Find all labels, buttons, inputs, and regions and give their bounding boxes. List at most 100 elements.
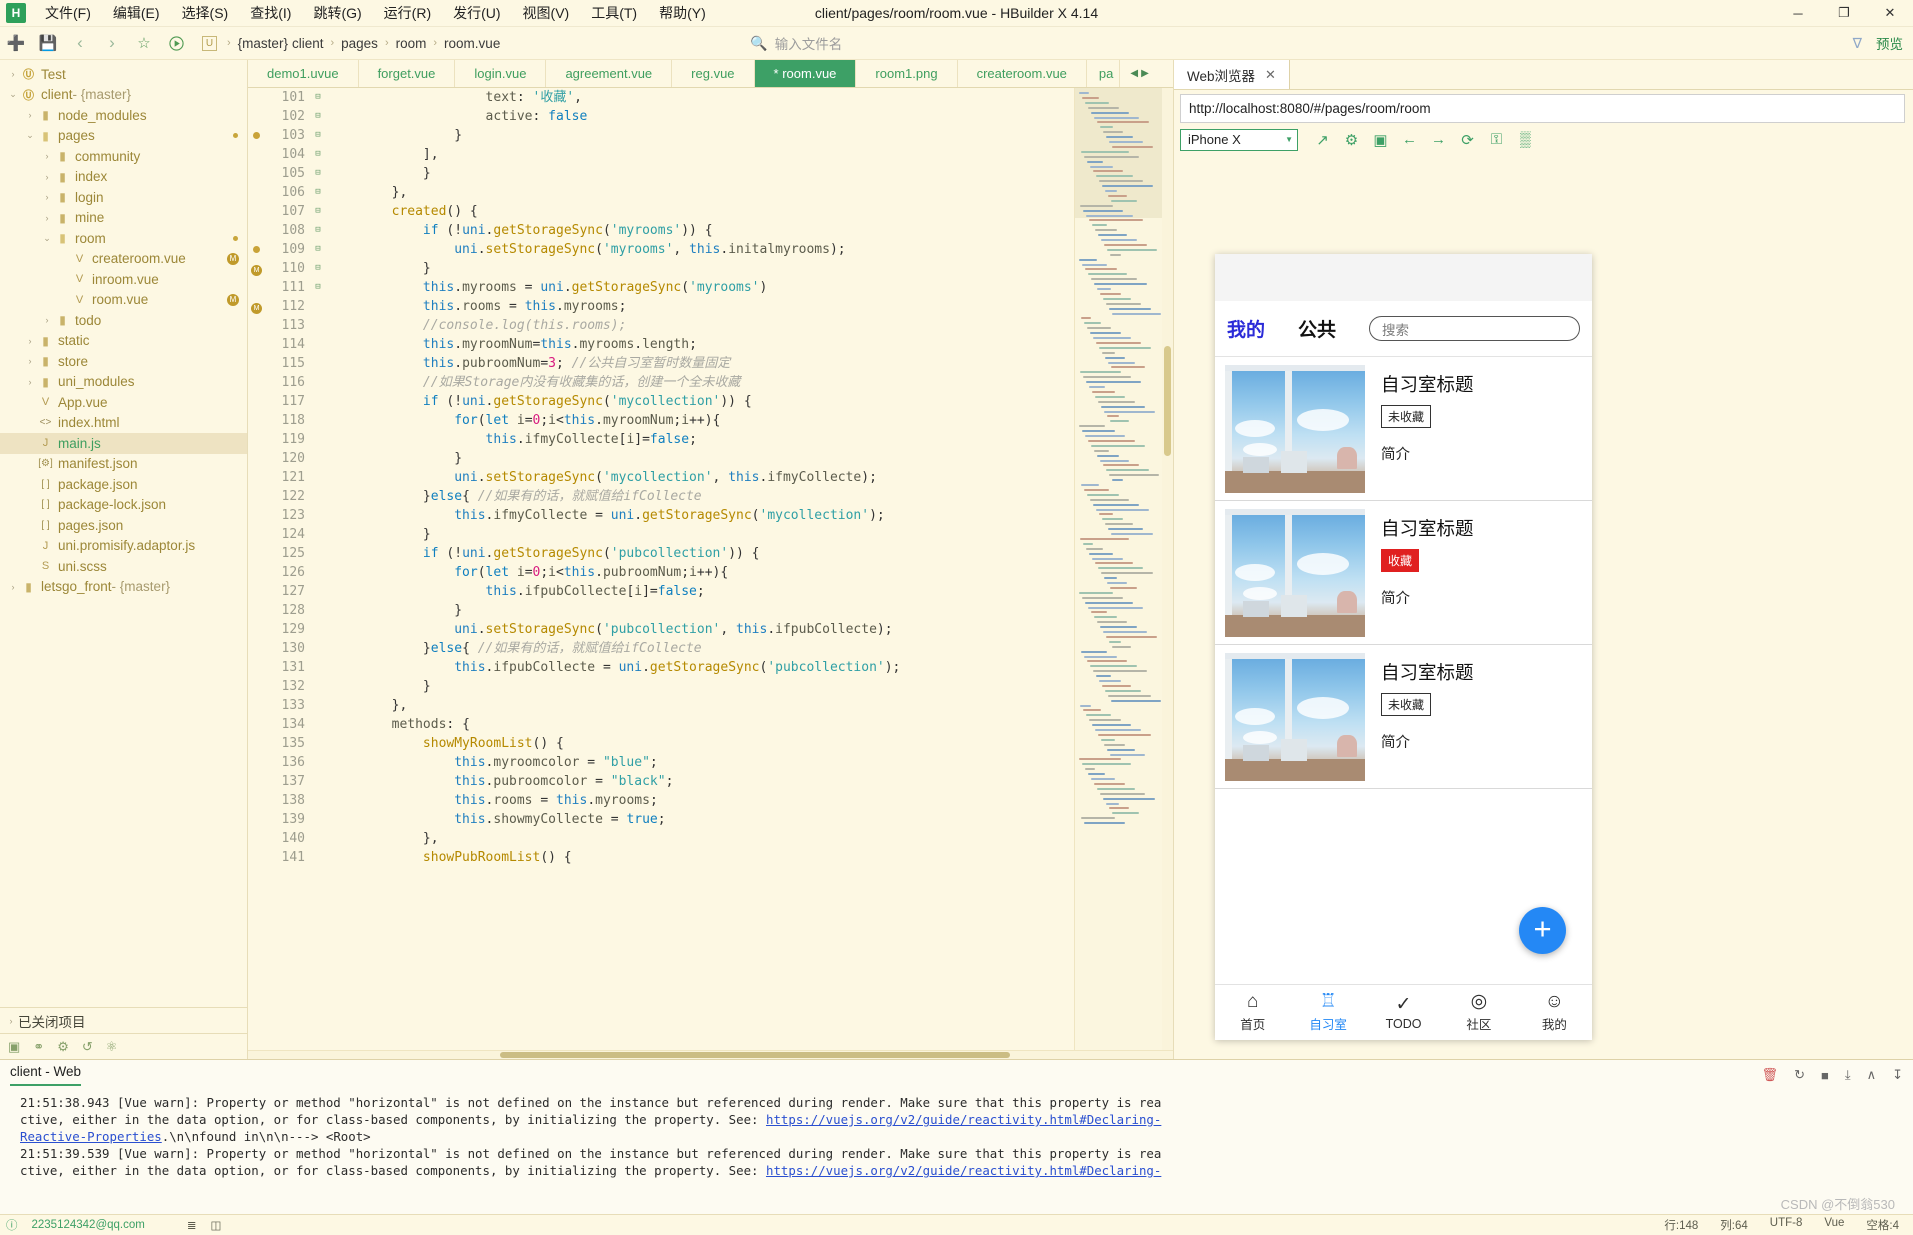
menu-view[interactable]: 视图(V) (512, 0, 581, 26)
favorite-badge[interactable]: 收藏 (1381, 549, 1420, 572)
hscrollbar-thumb[interactable] (500, 1052, 1010, 1058)
export-icon[interactable]: ⤓ (1845, 1067, 1851, 1083)
tree-item-client[interactable]: ⌄ Ⓤclient - {master} (0, 85, 247, 106)
chevron-right-icon[interactable]: › (23, 336, 37, 346)
tree-item-inroom-vue[interactable]: Vinroom.vue (0, 269, 247, 290)
breadcrumb-file[interactable]: room.vue (444, 36, 500, 51)
url-bar[interactable]: http://localhost:8080/#/pages/room/room (1180, 94, 1905, 123)
terminal-icon[interactable]: ▣ (8, 1039, 20, 1055)
restart-icon[interactable]: ↻ (1794, 1067, 1805, 1083)
nav-todo[interactable]: ✓ TODO (1366, 985, 1441, 1040)
fold-toggle[interactable]: ⊟ (309, 183, 327, 202)
bug-icon[interactable]: ⚙ (57, 1039, 69, 1055)
phone-tab-mine[interactable]: 我的 (1227, 315, 1265, 342)
code-line[interactable]: if (!uni.getStorageSync('pubcollection')… (329, 544, 1074, 563)
tree-item-package-json[interactable]: [ ] package.json (0, 474, 247, 495)
code-line[interactable]: this.ifpubCollecte[i]=false; (329, 582, 1074, 601)
chevron-down-icon[interactable]: ⌄ (23, 130, 37, 141)
language-mode[interactable]: Vue (1824, 1217, 1844, 1233)
code-line[interactable]: this.showmyCollecte = true; (329, 810, 1074, 829)
code-line[interactable]: this.myrooms = uni.getStorageSync('myroo… (329, 278, 1074, 297)
code-line[interactable]: }else{ //如果有的话，就赋值给ifCollecte (329, 639, 1074, 658)
add-room-fab[interactable]: + (1519, 907, 1566, 954)
editor-tab-pa[interactable]: pa (1087, 60, 1121, 87)
close-button[interactable]: ✕ (1867, 0, 1913, 27)
code-line[interactable]: this.rooms = this.myrooms; (329, 297, 1074, 316)
chevron-right-icon[interactable]: › (40, 172, 54, 182)
tree-item-index[interactable]: › ▮ index (0, 167, 247, 188)
fold-toggle[interactable]: ⊟ (309, 164, 327, 183)
code-text[interactable]: text: '收藏', active: false } ], } }, crea… (327, 88, 1074, 1050)
menu-help[interactable]: 帮助(Y) (648, 0, 717, 26)
back-icon[interactable]: ‹ (64, 29, 96, 57)
code-line[interactable]: this.pubroomcolor = "black"; (329, 772, 1074, 791)
close-icon[interactable]: ✕ (1265, 67, 1276, 83)
editor-horizontal-scrollbar[interactable] (248, 1050, 1173, 1059)
tree-item-createroom-vue[interactable]: Vcreateroom.vue M (0, 249, 247, 270)
nav-home[interactable]: ⌂ 首页 (1215, 985, 1290, 1040)
qr-code-icon[interactable]: ▒ (1511, 128, 1540, 152)
encoding[interactable]: UTF-8 (1770, 1217, 1803, 1233)
code-line[interactable]: //如果Storage内没有收藏集的话，创建一个全未收藏 (329, 373, 1074, 392)
chevron-right-icon[interactable]: › (23, 377, 37, 387)
fold-toggle[interactable]: ⊟ (309, 145, 327, 164)
chevron-right-icon[interactable]: › (40, 151, 54, 161)
breadcrumb-pages[interactable]: pages (341, 36, 378, 51)
code-line[interactable]: for(let i=0;i<this.pubroomNum;i++){ (329, 563, 1074, 582)
run-icon[interactable] (160, 29, 192, 57)
code-line[interactable]: this.ifmyCollecte = uni.getStorageSync('… (329, 506, 1074, 525)
code-line[interactable]: uni.setStorageSync('mycollection', this.… (329, 468, 1074, 487)
menu-publish[interactable]: 发行(U) (442, 0, 511, 26)
fold-toggle[interactable]: ⊟ (309, 259, 327, 278)
menu-run[interactable]: 运行(R) (373, 0, 442, 26)
editor-vertical-scrollbar[interactable] (1162, 88, 1173, 1050)
tree-item-login[interactable]: › ▮ login (0, 187, 247, 208)
editor-tab-forget-vue[interactable]: forget.vue (359, 60, 456, 87)
code-line[interactable]: } (329, 164, 1074, 183)
breadcrumb-client[interactable]: client (292, 36, 324, 51)
code-line[interactable]: if (!uni.getStorageSync('mycollection'))… (329, 392, 1074, 411)
chevron-right-icon[interactable]: › (6, 582, 20, 592)
code-line[interactable]: uni.setStorageSync('pubcollection', this… (329, 620, 1074, 639)
chevron-right-icon[interactable]: › (40, 213, 54, 223)
chevron-right-icon[interactable]: › (40, 192, 54, 202)
phone-tab-public[interactable]: 公共 (1298, 315, 1336, 342)
fold-toggle[interactable]: ⊟ (309, 278, 327, 297)
chevron-down-icon[interactable]: ⌄ (6, 89, 20, 100)
stop-icon[interactable]: ■ (1821, 1068, 1829, 1083)
chevron-down-icon[interactable]: ⌄ (40, 233, 54, 244)
code-line[interactable]: }, (329, 183, 1074, 202)
menu-edit[interactable]: 编辑(E) (102, 0, 171, 26)
favorite-star-icon[interactable]: ☆ (128, 29, 160, 57)
code-line[interactable]: for(let i=0;i<this.myroomNum;i++){ (329, 411, 1074, 430)
scroll-end-icon[interactable]: ↧ (1892, 1067, 1903, 1083)
code-line[interactable]: this.myroomcolor = "blue"; (329, 753, 1074, 772)
device-select[interactable]: iPhone X ▼ (1180, 128, 1298, 151)
chevron-right-icon[interactable]: › (23, 110, 37, 120)
menu-select[interactable]: 选择(S) (171, 0, 240, 26)
tree-item-mine[interactable]: › ▮ mine (0, 208, 247, 229)
breadcrumb-room[interactable]: room (396, 36, 427, 51)
fold-toggle[interactable]: ⊟ (309, 221, 327, 240)
code-line[interactable]: } (329, 525, 1074, 544)
editor-tab-room1-png[interactable]: room1.png (856, 60, 958, 87)
code-line[interactable]: } (329, 601, 1074, 620)
minimap[interactable] (1074, 88, 1162, 1050)
tree-item-community[interactable]: › ▮ community (0, 146, 247, 167)
code-line[interactable]: } (329, 259, 1074, 278)
tree-item-main-js[interactable]: Jmain.js (0, 433, 247, 454)
menu-tools[interactable]: 工具(T) (580, 0, 648, 26)
console-tab-client-web[interactable]: client - Web (10, 1064, 82, 1086)
code-line[interactable]: created() { (329, 202, 1074, 221)
tree-item-manifest-json[interactable]: [⚙] manifest.json (0, 454, 247, 475)
tree-item-pages-json[interactable]: [ ] pages.json (0, 515, 247, 536)
tree-item-package-lock-json[interactable]: [ ] package-lock.json (0, 495, 247, 516)
tree-item-pages[interactable]: ⌄ ▮ pages (0, 126, 247, 147)
editor-tab-createroom-vue[interactable]: createroom.vue (958, 60, 1087, 87)
list-icon[interactable]: ≣ (187, 1218, 197, 1232)
breadcrumb-branch[interactable]: {master} (238, 36, 288, 51)
code-line[interactable]: methods: { (329, 715, 1074, 734)
tree-item-uni-promisify-adaptor-js[interactable]: Juni.promisify.adaptor.js (0, 536, 247, 557)
terminal-icon[interactable]: ◫ (210, 1218, 221, 1232)
code-line[interactable]: } (329, 677, 1074, 696)
